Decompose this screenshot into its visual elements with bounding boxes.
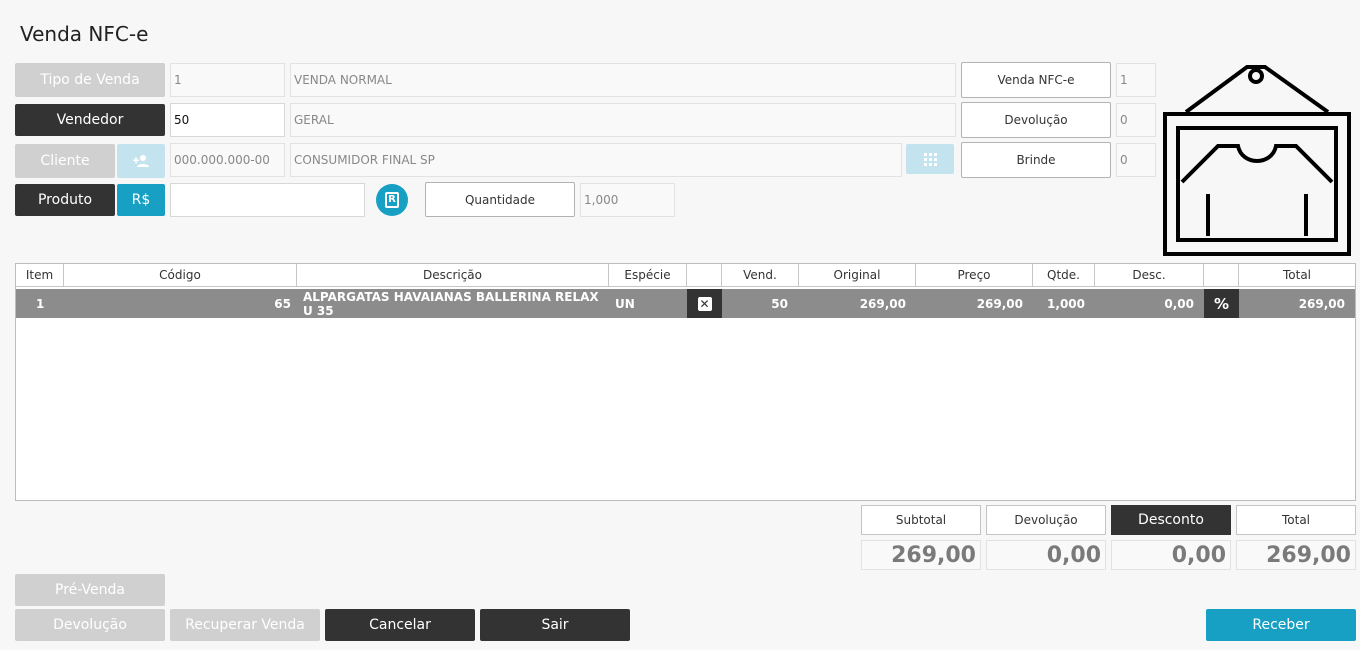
add-client-button[interactable] — [117, 144, 165, 178]
col-original[interactable]: Original — [799, 264, 916, 287]
cell-codigo: 65 — [274, 296, 291, 311]
tipo-venda-button[interactable]: Tipo de Venda — [15, 63, 165, 97]
keypad-icon — [923, 152, 937, 166]
devolucao-counter-label[interactable]: Devolução — [961, 102, 1111, 138]
tipo-venda-code-field[interactable]: 1 — [170, 63, 285, 97]
col-preco[interactable]: Preço — [916, 264, 1033, 287]
col-qtde[interactable]: Qtde. — [1033, 264, 1095, 287]
vendedor-code-field[interactable]: 50 — [170, 103, 285, 137]
cell-desc: 0,00 — [1164, 296, 1194, 311]
add-person-icon — [133, 155, 149, 167]
devolucao-total-label: Devolução — [986, 505, 1106, 535]
tipo-venda-desc-field: VENDA NORMAL — [290, 63, 956, 97]
quantidade-field[interactable]: 1,000 — [580, 183, 675, 217]
venda-nfce-counter-label[interactable]: Venda NFC-e — [961, 62, 1111, 98]
devolucao-total-value: 0,00 — [986, 540, 1106, 570]
total-label: Total — [1236, 505, 1356, 535]
cliente-button[interactable]: Cliente — [15, 144, 115, 178]
delete-x-icon: ✕ — [697, 296, 712, 311]
cell-item: 1 — [36, 296, 45, 311]
col-action — [687, 264, 722, 287]
recuperar-venda-button[interactable]: Recuperar Venda — [170, 609, 320, 641]
keypad-button[interactable] — [906, 144, 954, 174]
produto-button[interactable]: Produto — [15, 184, 115, 216]
receber-button[interactable]: Receber — [1206, 609, 1356, 641]
col-especie[interactable]: Espécie — [609, 264, 687, 287]
col-total[interactable]: Total — [1239, 264, 1355, 287]
cell-original: 269,00 — [859, 296, 906, 311]
r-badge-button[interactable]: R — [376, 184, 408, 216]
col-descricao[interactable]: Descrição — [297, 264, 609, 287]
col-codigo[interactable]: Código — [64, 264, 297, 287]
col-item[interactable]: Item — [16, 264, 64, 287]
percent-icon: % — [1213, 294, 1230, 313]
desconto-value: 0,00 — [1111, 540, 1231, 570]
col-discount-action — [1204, 264, 1239, 287]
cliente-desc-field: CONSUMIDOR FINAL SP — [290, 143, 902, 177]
subtotal-label: Subtotal — [861, 505, 981, 535]
cell-preco: 269,00 — [976, 296, 1023, 311]
col-vend[interactable]: Vend. — [722, 264, 799, 287]
col-desc[interactable]: Desc. — [1095, 264, 1204, 287]
cell-especie: UN — [615, 296, 635, 311]
table-row[interactable]: 1 65 ALPARGATAS HAVAIANAS BALLERINA RELA… — [16, 289, 1355, 318]
vendedor-button[interactable]: Vendedor — [15, 104, 165, 136]
items-table: Item Código Descrição Espécie Vend. Orig… — [15, 263, 1356, 501]
delete-item-button[interactable]: ✕ — [687, 289, 722, 318]
cliente-doc-field[interactable]: 000.000.000-00 — [170, 143, 285, 177]
pre-venda-button[interactable]: Pré-Venda — [15, 574, 165, 606]
discount-item-button[interactable]: % — [1204, 289, 1239, 318]
sair-button[interactable]: Sair — [480, 609, 630, 641]
page-title: Venda NFC-e — [20, 22, 149, 46]
vendedor-desc-field: GERAL — [290, 103, 956, 137]
cell-descricao: ALPARGATAS HAVAIANAS BALLERINA RELAX U 3… — [303, 289, 599, 318]
total-value: 269,00 — [1236, 540, 1356, 570]
devolucao-button[interactable]: Devolução — [15, 609, 165, 641]
devolucao-counter-value: 0 — [1116, 103, 1156, 137]
venda-nfce-counter-value: 1 — [1116, 63, 1156, 97]
cell-vend: 50 — [771, 296, 788, 311]
quantidade-button[interactable]: Quantidade — [425, 182, 575, 217]
cell-qtde: 1,000 — [1047, 296, 1085, 311]
subtotal-value: 269,00 — [861, 540, 981, 570]
table-header: Item Código Descrição Espécie Vend. Orig… — [16, 264, 1355, 287]
brinde-counter-value: 0 — [1116, 143, 1156, 177]
price-button[interactable]: R$ — [117, 184, 165, 216]
produto-search-input[interactable] — [170, 183, 365, 217]
desconto-button[interactable]: Desconto — [1111, 505, 1231, 535]
cell-total: 269,00 — [1298, 296, 1345, 311]
brinde-counter-label[interactable]: Brinde — [961, 142, 1111, 178]
shirt-tag-logo — [1163, 65, 1351, 256]
cancelar-button[interactable]: Cancelar — [325, 609, 475, 641]
r-badge-icon: R — [385, 192, 399, 208]
